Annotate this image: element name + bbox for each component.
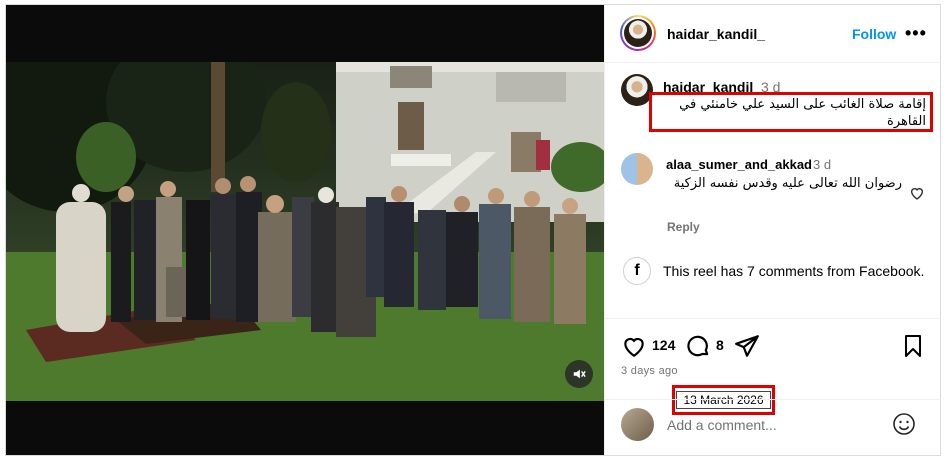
comment-avatar[interactable] [621, 153, 653, 185]
facebook-icon: f [623, 257, 651, 285]
comment-text: رضوان الله تعالى عليه وقدس نفسه الزكية [673, 176, 902, 191]
add-comment-input[interactable]: Add a comment... [667, 417, 777, 433]
comment-like-icon[interactable] [909, 185, 925, 206]
caption-text: إقامة صلاة الغائب على السيد علي خامنئي ف… [649, 92, 933, 132]
bookmark-icon[interactable] [901, 333, 925, 364]
viewer-avatar [621, 408, 654, 441]
heart-icon[interactable] [621, 333, 647, 364]
author-username[interactable]: haidar_kandil_ [667, 26, 765, 42]
date-annotation-text: 13 March 2026 [676, 391, 771, 409]
divider [605, 399, 941, 400]
like-count[interactable]: 124 [652, 337, 675, 353]
post-header: haidar_kandil_ Follow ••• [605, 5, 941, 63]
comment-time[interactable]: 3 d [813, 157, 831, 172]
date-annotation: 13 March 2026 [672, 385, 775, 415]
reel-video[interactable] [6, 5, 604, 455]
comment-username[interactable]: alaa_sumer_and_akkad [666, 157, 812, 172]
facebook-comments-note[interactable]: This reel has 7 comments from Facebook. [663, 263, 924, 279]
emoji-icon[interactable] [892, 412, 916, 441]
reply-button[interactable]: Reply [667, 220, 700, 234]
more-options-icon[interactable]: ••• [905, 23, 927, 44]
post-panel: haidar_kandil_ Follow ••• haidar_kandil_… [604, 5, 941, 455]
follow-button[interactable]: Follow [852, 26, 896, 42]
mute-icon[interactable] [565, 360, 593, 388]
author-avatar[interactable] [620, 15, 656, 51]
share-icon[interactable] [734, 333, 760, 364]
posted-time[interactable]: 3 days ago [621, 365, 678, 377]
comment-icon[interactable] [685, 333, 711, 364]
comment-count[interactable]: 8 [716, 337, 724, 353]
divider [605, 318, 941, 319]
video-frame [6, 62, 604, 401]
